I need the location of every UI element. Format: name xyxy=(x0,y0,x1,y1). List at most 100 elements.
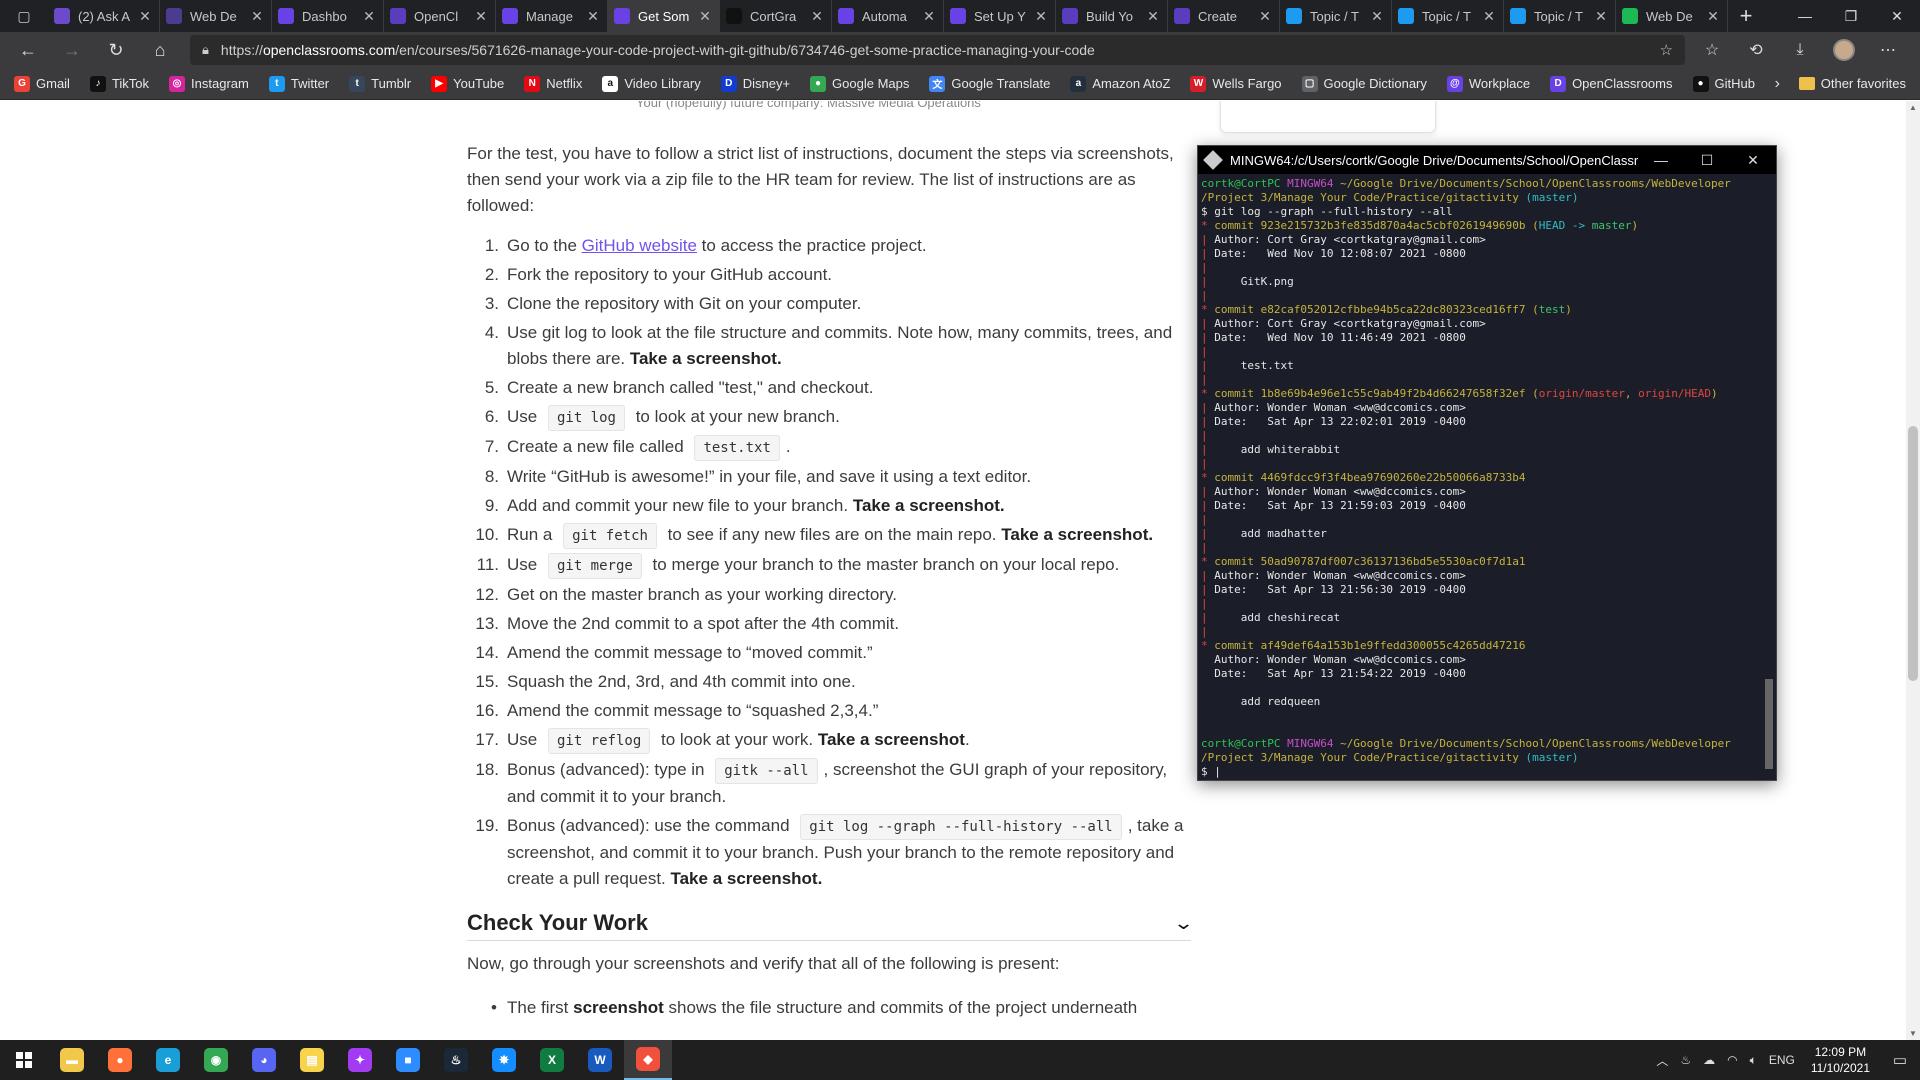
minimize-icon[interactable]: — xyxy=(1638,152,1684,169)
bookmark-tumblr[interactable]: t Tumblr xyxy=(349,75,411,92)
tab-12[interactable]: Topic / T ✕ xyxy=(1280,0,1392,32)
taskbar-edge[interactable]: e xyxy=(144,1040,192,1080)
close-tab-icon[interactable]: ✕ xyxy=(473,8,489,25)
taskbar-steam[interactable]: ♨ xyxy=(432,1040,480,1080)
close-tab-icon[interactable]: ✕ xyxy=(1481,8,1497,25)
github-website-link[interactable]: GitHub website xyxy=(582,236,697,255)
forward-button[interactable]: → xyxy=(50,32,94,68)
bookmark-openclassrooms[interactable]: D OpenClassrooms xyxy=(1550,75,1673,92)
restore-icon[interactable]: ❐ xyxy=(1828,0,1874,32)
close-icon[interactable]: ✕ xyxy=(1730,152,1776,169)
tray-overflow-icon[interactable]: ︿ xyxy=(1656,1052,1668,1069)
close-tab-icon[interactable]: ✕ xyxy=(1705,8,1721,25)
bookmark-google-maps[interactable]: ● Google Maps xyxy=(810,75,909,92)
bookmark-youtube[interactable]: ▶ YouTube xyxy=(431,75,504,92)
start-button[interactable] xyxy=(0,1040,48,1080)
taskbar-excel[interactable]: X xyxy=(528,1040,576,1080)
address-bar[interactable]: 🔒︎ https://openclassrooms.com/en/courses… xyxy=(190,35,1685,65)
bookmark-wells-fargo[interactable]: W Wells Fargo xyxy=(1190,75,1282,92)
profile-avatar[interactable] xyxy=(1833,39,1855,61)
tab-11[interactable]: Create ✕ xyxy=(1168,0,1280,32)
close-tab-icon[interactable]: ✕ xyxy=(1369,8,1385,25)
terminal-output[interactable]: cortk@CortPC MINGW64 ~/Google Drive/Docu… xyxy=(1198,174,1764,780)
taskbar-zoom[interactable]: ■ xyxy=(384,1040,432,1080)
bookmark-tiktok[interactable]: ♪ TikTok xyxy=(89,75,149,92)
tab-1[interactable]: (2) Ask A ✕ xyxy=(48,0,160,32)
close-window-icon[interactable]: ✕ xyxy=(1874,0,1920,32)
add-favorite-icon[interactable]: ☆ xyxy=(1660,41,1673,59)
terminal-scrollbar[interactable] xyxy=(1762,174,1776,780)
tab-4[interactable]: OpenCl ✕ xyxy=(384,0,496,32)
tab-7[interactable]: CortGra ✕ xyxy=(720,0,832,32)
bookmark-github[interactable]: ● GitHub xyxy=(1692,75,1755,92)
notification-icon[interactable]: ▭ xyxy=(1880,1051,1920,1069)
history-icon[interactable]: ⟲ xyxy=(1734,40,1778,60)
wifi-icon[interactable]: ◠ xyxy=(1727,1053,1737,1067)
taskbar-firefox[interactable]: ● xyxy=(96,1040,144,1080)
check-your-work-header[interactable]: Check Your Work ⌄ xyxy=(467,910,1194,941)
home-button[interactable]: ⌂ xyxy=(138,32,182,68)
taskbar-file-explorer[interactable]: ▬ xyxy=(48,1040,96,1080)
close-tab-icon[interactable]: ✕ xyxy=(137,8,153,25)
tab-8[interactable]: Automa ✕ xyxy=(832,0,944,32)
taskbar-word[interactable]: W xyxy=(576,1040,624,1080)
tab-15[interactable]: Web De ✕ xyxy=(1616,0,1728,32)
close-tab-icon[interactable]: ✕ xyxy=(1033,8,1049,25)
scrollbar-thumb[interactable] xyxy=(1908,426,1918,681)
maximize-icon[interactable]: ☐ xyxy=(1684,152,1730,169)
bookmark-google-translate[interactable]: 文 Google Translate xyxy=(929,75,1050,92)
clock[interactable]: 12:09 PM 11/10/2021 xyxy=(1811,1044,1870,1076)
close-tab-icon[interactable]: ✕ xyxy=(1257,8,1273,25)
bookmark-instagram[interactable]: ◎ Instagram xyxy=(169,75,249,92)
taskbar-sticky-notes[interactable]: ▤ xyxy=(288,1040,336,1080)
back-button[interactable]: ← xyxy=(6,32,50,68)
taskbar-git-bash[interactable]: ◆ xyxy=(624,1040,672,1080)
minimize-icon[interactable]: — xyxy=(1782,0,1828,32)
downloads-icon[interactable]: ⤓ xyxy=(1778,41,1822,59)
bookmark-google-dictionary[interactable]: ▢ Google Dictionary xyxy=(1301,75,1427,92)
scroll-down-icon[interactable]: ▼ xyxy=(1906,1029,1920,1038)
other-favorites[interactable]: Other favorites xyxy=(1798,76,1906,91)
tab-5[interactable]: Manage ✕ xyxy=(496,0,608,32)
close-tab-icon[interactable]: ✕ xyxy=(921,8,937,25)
tab-14[interactable]: Topic / T ✕ xyxy=(1504,0,1616,32)
bookmark-gmail[interactable]: G Gmail xyxy=(14,75,70,92)
tab-3[interactable]: Dashbo ✕ xyxy=(272,0,384,32)
close-tab-icon[interactable]: ✕ xyxy=(1145,8,1161,25)
refresh-button[interactable]: ↻ xyxy=(94,32,138,68)
bookmark-netflix[interactable]: N Netflix xyxy=(524,75,582,92)
bookmark-video-library[interactable]: a Video Library xyxy=(602,75,701,92)
close-tab-icon[interactable]: ✕ xyxy=(249,8,265,25)
bookmark-amazon-atoz[interactable]: a Amazon AtoZ xyxy=(1070,75,1170,92)
more-menu-icon[interactable]: ⋯ xyxy=(1866,40,1910,60)
tab-9[interactable]: Set Up Y ✕ xyxy=(944,0,1056,32)
tab-10[interactable]: Build Yo ✕ xyxy=(1056,0,1168,32)
tab-13[interactable]: Topic / T ✕ xyxy=(1392,0,1504,32)
language-indicator[interactable]: ENG xyxy=(1769,1053,1795,1067)
close-tab-icon[interactable]: ✕ xyxy=(1593,8,1609,25)
chevron-down-icon[interactable]: ⌄ xyxy=(1173,910,1194,936)
new-tab-button[interactable]: + xyxy=(1728,3,1764,29)
close-tab-icon[interactable]: ✕ xyxy=(585,8,601,25)
bookmark-workplace[interactable]: @ Workplace xyxy=(1446,75,1530,92)
favorites-icon[interactable]: ☆ xyxy=(1690,40,1734,60)
taskbar-chrome[interactable]: ◉ xyxy=(192,1040,240,1080)
taskbar-messenger[interactable]: ✦ xyxy=(336,1040,384,1080)
terminal-titlebar[interactable]: MINGW64:/c/Users/cortk/Google Drive/Docu… xyxy=(1198,146,1776,174)
scroll-up-icon[interactable]: ▲ xyxy=(1906,103,1920,112)
page-scrollbar[interactable]: ▲ ▼ xyxy=(1906,101,1920,1040)
close-tab-icon[interactable]: ✕ xyxy=(361,8,377,25)
bookmark-disney-[interactable]: D Disney+ xyxy=(720,75,790,92)
bookmarks-overflow-icon[interactable]: › xyxy=(1775,75,1780,93)
tab-actions-icon[interactable]: ▢ xyxy=(0,0,48,32)
tab-2[interactable]: Web De ✕ xyxy=(160,0,272,32)
tab-6[interactable]: Get Som ✕ xyxy=(608,0,720,32)
cloud-icon[interactable]: ☁ xyxy=(1703,1053,1715,1067)
taskbar-battle-net[interactable]: ✸ xyxy=(480,1040,528,1080)
taskbar-discord[interactable]: ◕ xyxy=(240,1040,288,1080)
close-tab-icon[interactable]: ✕ xyxy=(697,8,713,25)
steam-tray-icon[interactable]: ♨ xyxy=(1680,1053,1691,1067)
bookmark-twitter[interactable]: t Twitter xyxy=(268,75,329,92)
volume-icon[interactable]: 🔈︎ xyxy=(1750,1053,1757,1068)
scrollbar-thumb[interactable] xyxy=(1765,679,1773,769)
